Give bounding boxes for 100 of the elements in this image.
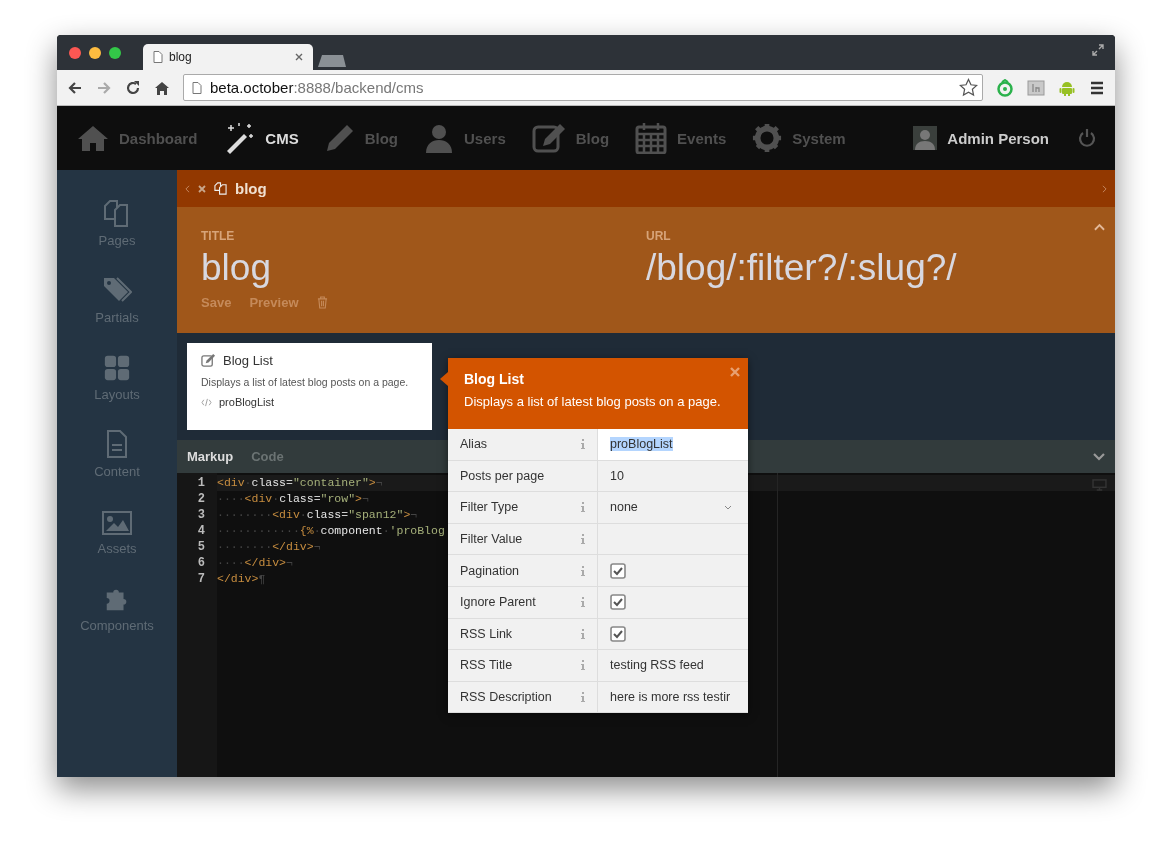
url-text: beta.october:8888/backend/cms (210, 79, 425, 96)
property-label: RSS Title (460, 658, 513, 673)
line-number: 5 (197, 539, 205, 555)
property-label: RSS Link (460, 626, 513, 641)
nav-item[interactable]: CMS (223, 122, 299, 154)
nav-item[interactable]: Blog (531, 123, 610, 153)
line-number: 6 (197, 555, 205, 571)
forward-icon[interactable] (96, 79, 112, 96)
property-label: Pagination (460, 563, 520, 578)
power-icon[interactable] (1077, 128, 1097, 148)
preview-link[interactable]: Preview (249, 295, 299, 310)
edit-icon (531, 123, 566, 153)
line-number: 4 (197, 523, 205, 539)
sidebar-item[interactable]: Components (80, 575, 154, 633)
component-alias: proBlogList (219, 396, 275, 408)
extension-icon[interactable] (996, 78, 1014, 97)
save-link[interactable]: Save (201, 295, 232, 310)
close-icon[interactable] (295, 53, 303, 61)
image-icon (101, 510, 133, 536)
info-icon[interactable] (581, 660, 585, 671)
nav-item[interactable]: Events (635, 122, 727, 154)
reload-icon[interactable] (125, 79, 141, 96)
nav-item[interactable]: Users (424, 123, 506, 153)
pencil-icon (324, 123, 355, 153)
sidebar-item[interactable]: Content (94, 421, 140, 479)
nav-item[interactable]: Dashboard (77, 124, 198, 152)
chevron-up-icon[interactable] (1094, 223, 1105, 231)
address-field[interactable]: beta.october:8888/backend/cms (183, 74, 983, 101)
sidebar-item[interactable]: Partials (95, 267, 139, 325)
chevron-right-icon[interactable] (1102, 184, 1107, 193)
tab-title: blog (169, 50, 193, 64)
menu-icon[interactable] (1089, 79, 1105, 96)
info-icon[interactable] (581, 439, 585, 450)
sidebar-item[interactable]: Layouts (94, 344, 140, 402)
property-label: Alias (460, 437, 488, 452)
info-icon[interactable] (581, 502, 585, 513)
component-card[interactable]: Blog List Displays a list of latest blog posts on a page. proBlogList (187, 343, 432, 430)
minimize-window-button[interactable] (89, 46, 101, 59)
property-label: Filter Type (460, 500, 519, 515)
document-tab[interactable]: blog (235, 180, 267, 197)
info-icon[interactable] (581, 692, 585, 703)
code-line: <div·class="container">¬ (217, 475, 383, 491)
browser-tab[interactable]: blog (143, 44, 313, 70)
property-value[interactable]: testing RSS feed (610, 658, 704, 673)
back-icon[interactable] (67, 79, 83, 96)
pages-icon (214, 182, 227, 195)
checkbox[interactable] (610, 594, 626, 611)
component-description: Displays a list of latest blog posts on a page. (201, 376, 410, 388)
info-icon[interactable] (581, 565, 585, 576)
alias-input[interactable]: proBlogList (598, 429, 748, 460)
chevron-down-icon[interactable] (1093, 452, 1105, 461)
nav-item[interactable]: System (752, 123, 846, 153)
line-number: 2 (197, 491, 205, 507)
code-line: ········</div>¬ (217, 539, 321, 555)
line-number: 3 (197, 507, 205, 523)
field-label: TITLE (201, 229, 236, 243)
editor-tab[interactable]: Markup (187, 449, 234, 464)
property-value[interactable]: here is more rss testir (610, 690, 731, 705)
property-value[interactable]: 10 (610, 468, 624, 483)
sidebar-item[interactable]: Pages (98, 190, 136, 248)
code-line: ········<div·class="span12">¬ (217, 507, 418, 523)
info-icon[interactable] (581, 534, 585, 545)
popover-title: Blog List (464, 371, 525, 387)
property-label: Ignore Parent (460, 595, 536, 610)
extension-icon[interactable] (1027, 78, 1045, 97)
close-icon[interactable] (198, 184, 206, 193)
grid-icon (103, 354, 131, 382)
document-icon (105, 429, 129, 459)
info-icon[interactable] (581, 628, 585, 639)
settings-icon (752, 123, 783, 153)
popover-description: Displays a list of latest blog posts on a page. (464, 394, 722, 409)
field-label: URL (646, 229, 672, 243)
checkbox[interactable] (610, 625, 626, 642)
home-icon[interactable] (154, 79, 170, 96)
filter-type-dropdown[interactable]: none (598, 492, 748, 523)
code-line: </div>¶ (217, 571, 266, 587)
editor-tab[interactable]: Code (251, 449, 284, 464)
chevron-left-icon[interactable] (185, 184, 190, 193)
monitor-icon[interactable] (1092, 479, 1107, 491)
fullscreen-icon[interactable] (1091, 43, 1105, 57)
url-field[interactable]: /blog/:filter?/:slug?/ (646, 247, 1091, 289)
zoom-window-button[interactable] (109, 46, 121, 59)
info-icon[interactable] (581, 597, 585, 608)
line-number: 1 (197, 475, 205, 491)
close-window-button[interactable] (69, 46, 81, 59)
title-field[interactable]: blog (201, 247, 646, 289)
new-tab-button[interactable] (317, 54, 347, 68)
line-number: 7 (197, 571, 205, 587)
trash-icon[interactable] (316, 296, 328, 309)
property-label: RSS Description (460, 690, 552, 705)
checkbox[interactable] (610, 562, 626, 579)
sidebar-item[interactable]: Assets (97, 498, 137, 556)
property-label: Posts per page (460, 468, 545, 483)
user-name[interactable]: Admin Person (947, 129, 1049, 147)
nav-item[interactable]: Blog (324, 123, 399, 153)
property-label: Filter Value (460, 532, 523, 547)
calendar-icon (635, 122, 668, 154)
code-line: ····</div>¬ (217, 555, 293, 571)
edit-icon (201, 353, 216, 368)
star-icon[interactable] (959, 78, 978, 97)
